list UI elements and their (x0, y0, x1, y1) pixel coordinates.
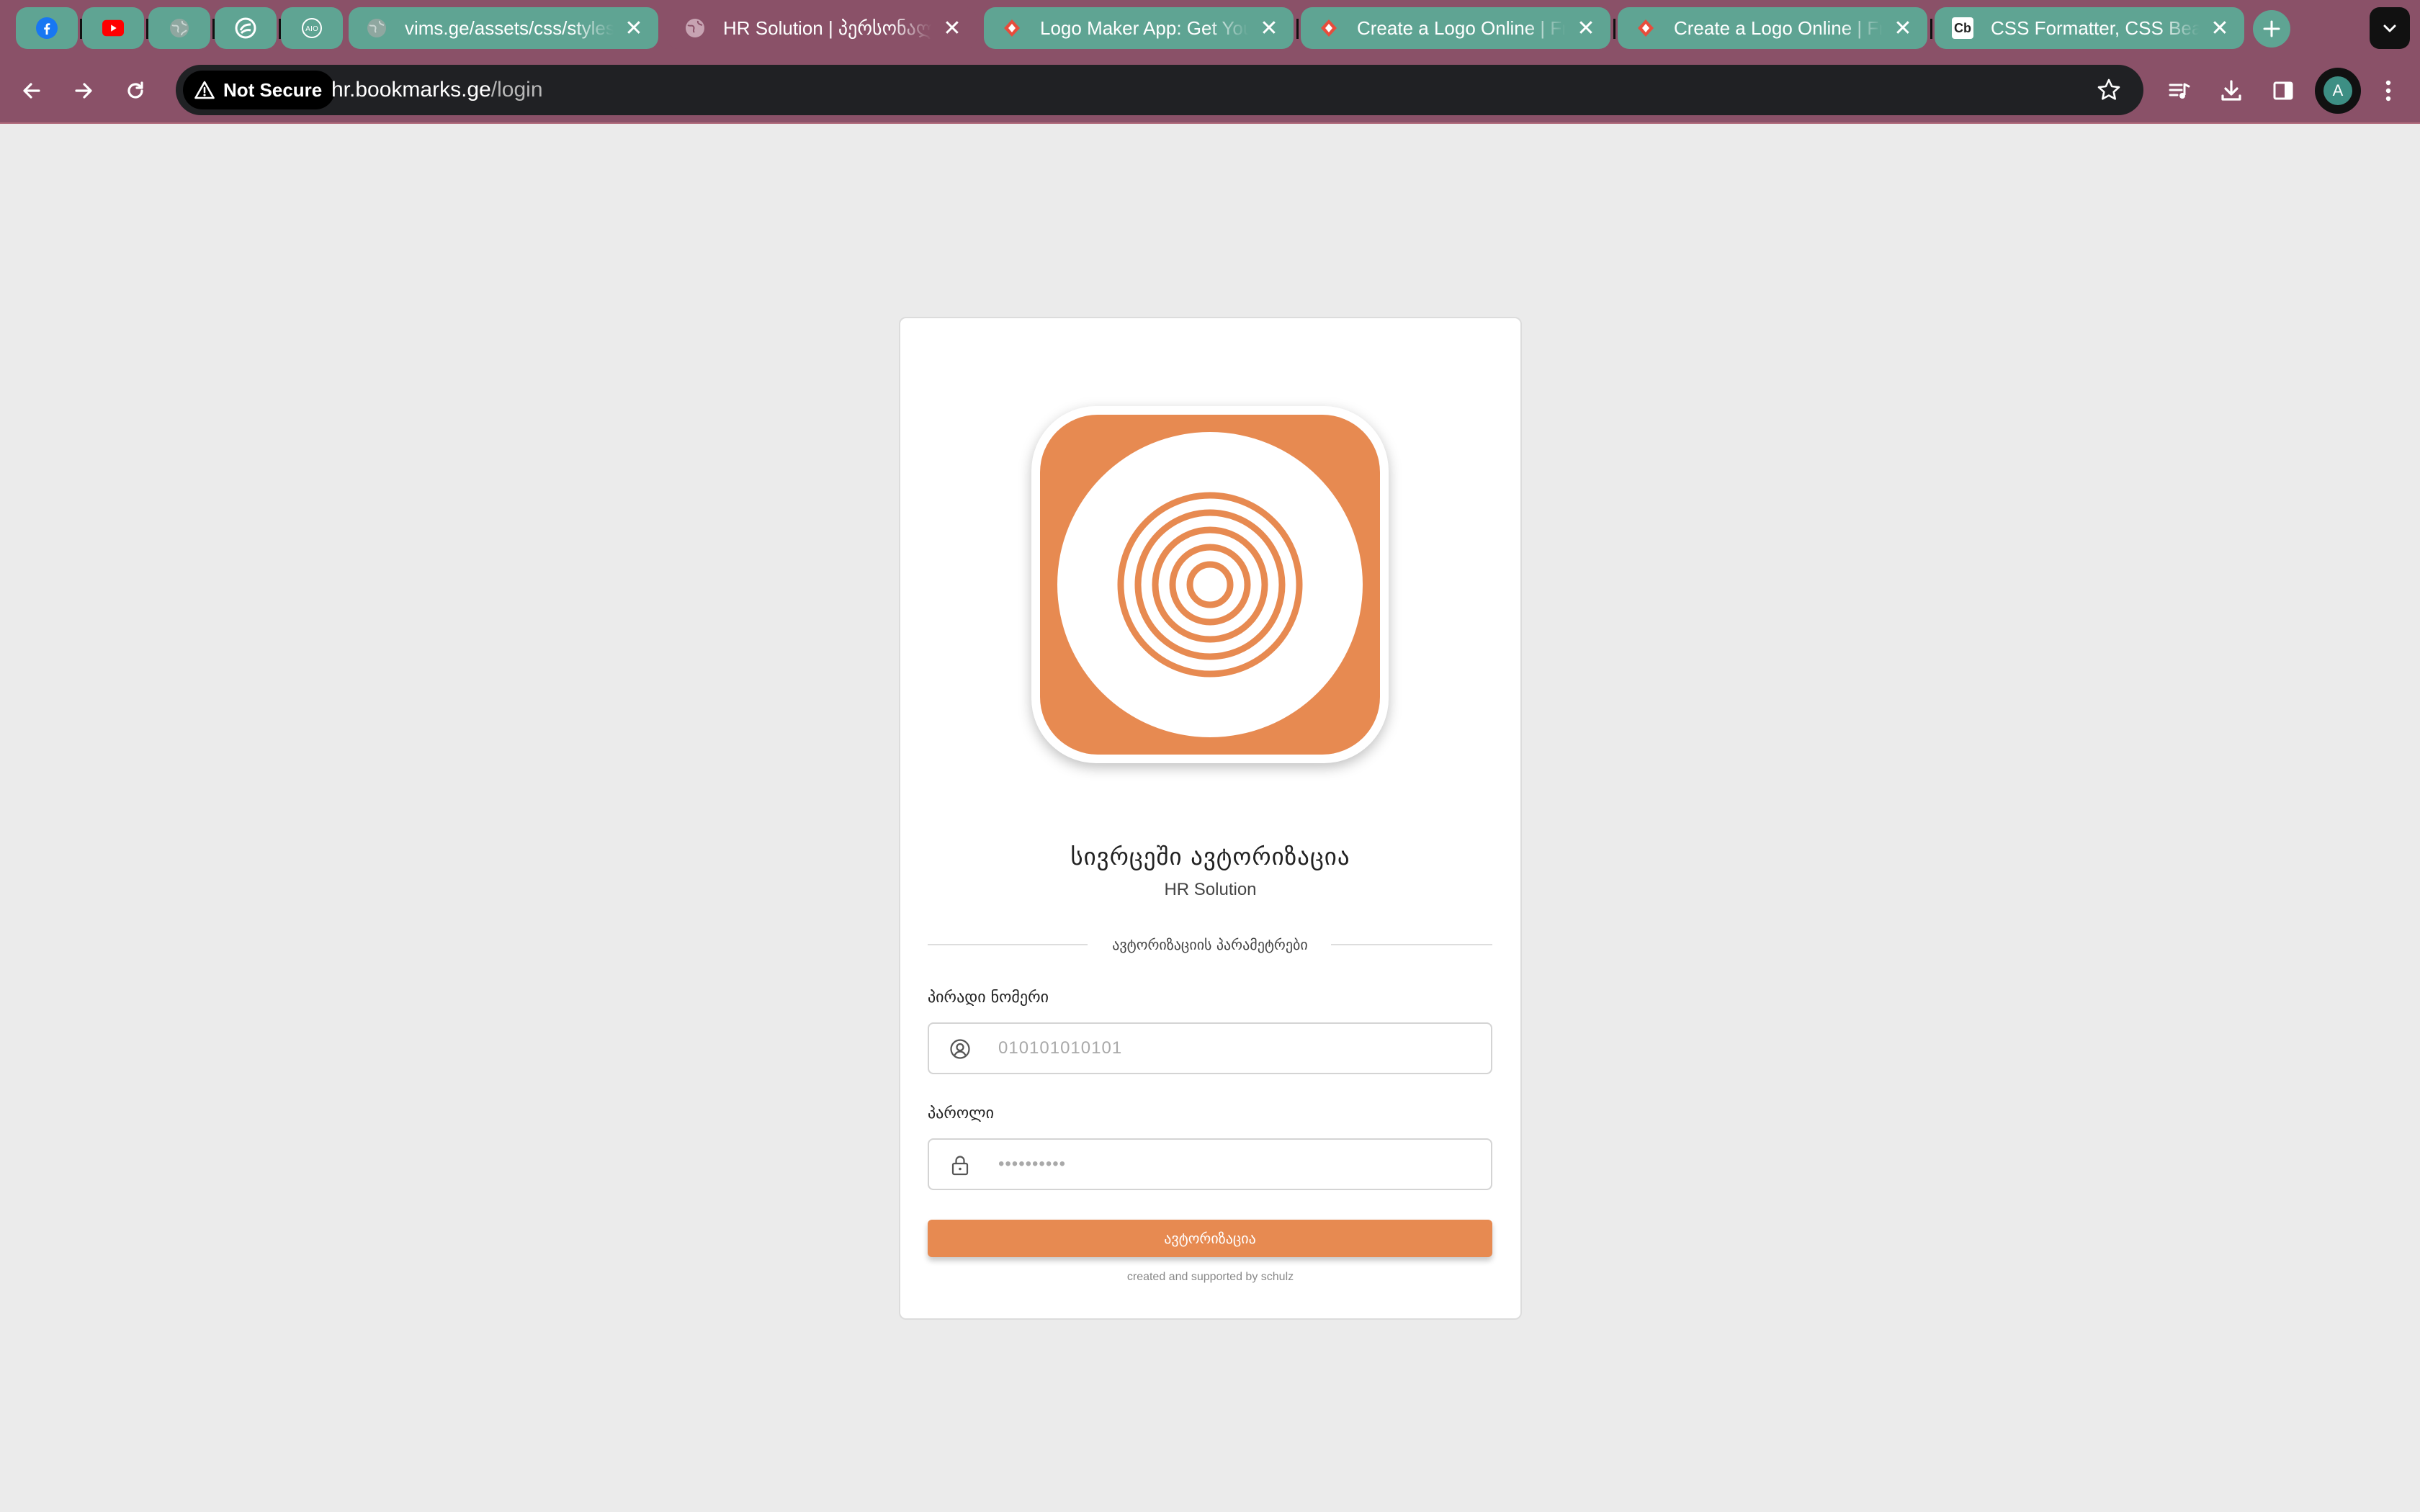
section-divider: ავტორიზაციის პარამეტრები (928, 933, 1492, 956)
tab-hr-solution[interactable]: HR Solution | პერსონალის ✕ (667, 7, 977, 49)
app-icon (235, 17, 256, 39)
password-input[interactable] (998, 1140, 1474, 1189)
logo-maker-icon (1318, 17, 1340, 39)
globe-icon (684, 17, 706, 39)
security-label: Not Secure (223, 78, 323, 101)
site-info-button[interactable]: Not Secure (183, 71, 336, 109)
close-icon[interactable]: ✕ (1572, 14, 1600, 42)
lock-icon (948, 1153, 972, 1177)
personal-id-input[interactable] (998, 1024, 1474, 1073)
tab-search-button[interactable] (2370, 7, 2410, 49)
reload-button[interactable] (117, 72, 154, 109)
close-icon[interactable]: ✕ (2205, 14, 2234, 42)
page-subtitle: HR Solution (1164, 880, 1257, 899)
forward-button[interactable] (65, 72, 102, 109)
personal-id-label: პირადი ნომერი (928, 989, 1049, 1007)
browser-toolbar: Not Secure hr.bookmarks.ge/login A (0, 58, 2420, 124)
back-button[interactable] (13, 72, 50, 109)
media-controls-icon[interactable] (2161, 72, 2198, 109)
concentric-circles-logo-icon (1057, 432, 1363, 737)
tab-title: HR Solution | პერსონალის (723, 17, 932, 39)
new-tab-button[interactable] (2253, 10, 2290, 48)
round-logo-icon: AIO (301, 17, 323, 39)
tab-app[interactable] (215, 7, 277, 49)
plus-icon (2263, 20, 2280, 37)
close-icon[interactable]: ✕ (1888, 14, 1917, 42)
globe-icon (366, 17, 387, 39)
user-circle-icon (948, 1037, 972, 1061)
address-bar[interactable]: Not Secure hr.bookmarks.ge/login (176, 65, 2143, 115)
more-menu-icon[interactable] (2370, 72, 2407, 109)
url-path: /login (490, 78, 543, 102)
footer-credit: created and supported by schulz (1126, 1271, 1294, 1283)
tab-title: Create a Logo Online | Free (1357, 17, 1566, 39)
tab-facebook[interactable] (16, 7, 78, 49)
tab-title: Create a Logo Online | Free (1674, 17, 1883, 39)
url-text[interactable]: hr.bookmarks.ge/login (331, 65, 543, 115)
chevron-down-icon (2383, 24, 2396, 32)
warning-icon (194, 81, 215, 99)
page-title: სივრცეში ავტორიზაცია (1070, 842, 1350, 870)
download-icon[interactable] (2213, 72, 2250, 109)
arrow-left-icon (23, 83, 40, 99)
app-logo (1031, 406, 1389, 763)
logo-maker-icon (1635, 17, 1657, 39)
password-field[interactable] (928, 1138, 1492, 1190)
profile-initial: A (2323, 76, 2352, 105)
close-icon[interactable]: ✕ (938, 14, 967, 42)
close-icon[interactable]: ✕ (1255, 14, 1283, 42)
tab-round-logo[interactable]: AIO (281, 7, 343, 49)
profile-avatar[interactable]: A (2315, 68, 2361, 114)
tab-title: vims.ge/assets/css/styles.css (405, 17, 614, 39)
login-button[interactable]: ავტორიზაცია (928, 1220, 1492, 1257)
tab-create-logo-1[interactable]: Create a Logo Online | Free ✕ (1301, 7, 1610, 49)
tab-vims[interactable]: vims.ge/assets/css/styles.css ✕ (349, 7, 658, 49)
personal-id-field[interactable] (928, 1022, 1492, 1074)
side-panel-icon[interactable] (2264, 72, 2302, 109)
youtube-icon (102, 17, 124, 39)
tab-css-formatter[interactable]: Cb CSS Formatter, CSS Beautifier ✕ (1935, 7, 2244, 49)
url-host: hr.bookmarks.ge (331, 78, 491, 102)
password-label: პაროლი (928, 1104, 994, 1122)
reload-icon (127, 81, 143, 99)
cb-icon: Cb (1952, 17, 1973, 39)
tab-create-logo-2[interactable]: Create a Logo Online | Free ✕ (1618, 7, 1927, 49)
section-divider-label: ავტორიზაციის პარამეტრები (1112, 936, 1308, 953)
facebook-icon (36, 17, 58, 39)
globe-icon (169, 17, 190, 39)
tab-title: CSS Formatter, CSS Beautifier (1991, 17, 2200, 39)
logo-maker-icon (1001, 17, 1023, 39)
browser-tab-strip: AIO vims.ge/assets/css/styles.css ✕ HR S… (0, 0, 2420, 58)
app-logo-badge (1040, 415, 1380, 755)
tab-title: Logo Maker App: Get Your (1040, 17, 1249, 39)
tab-globe[interactable] (148, 7, 210, 49)
arrow-right-icon (75, 83, 92, 99)
tab-logo-maker[interactable]: Logo Maker App: Get Your ✕ (984, 7, 1294, 49)
bookmark-star-icon[interactable] (2094, 76, 2123, 104)
close-icon[interactable]: ✕ (619, 14, 648, 42)
tab-youtube[interactable] (82, 7, 144, 49)
svg-text:AIO: AIO (305, 25, 318, 33)
